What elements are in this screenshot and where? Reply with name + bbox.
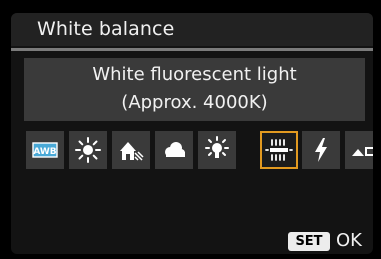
title-divider — [11, 48, 373, 51]
set-button-badge[interactable]: SET — [288, 232, 330, 251]
house-shade-icon — [120, 142, 144, 161]
option-description-panel: White fluorescent light (Approx. 4000K) — [24, 58, 365, 121]
option-white-fluorescent[interactable] — [260, 131, 298, 169]
sun-icon — [75, 137, 101, 163]
option-tungsten[interactable] — [198, 131, 236, 169]
bulb-icon — [205, 136, 229, 158]
page-title: White balance — [37, 18, 175, 40]
option-daylight[interactable] — [69, 131, 107, 169]
option-name: White fluorescent light — [92, 64, 297, 85]
option-awb[interactable]: AWB — [26, 131, 64, 169]
ok-label: OK — [336, 230, 362, 251]
option-cloudy[interactable] — [155, 131, 193, 169]
awb-icon-label: AWB — [33, 147, 56, 157]
white-balance-options: AWB — [26, 131, 373, 169]
option-color-temperature: (Approx. 4000K) — [121, 92, 268, 113]
custom-wb-icon — [352, 147, 373, 156]
flash-icon — [315, 138, 327, 162]
white-balance-screen: White balance White fluorescent light (A… — [11, 13, 373, 254]
option-flash[interactable] — [302, 131, 340, 169]
option-custom[interactable] — [345, 131, 373, 169]
fluorescent-icon — [265, 139, 293, 161]
option-shade[interactable] — [112, 131, 150, 169]
cloud-icon — [165, 142, 185, 157]
awb-icon: AWB — [32, 142, 58, 158]
title-bar: White balance — [11, 13, 373, 46]
